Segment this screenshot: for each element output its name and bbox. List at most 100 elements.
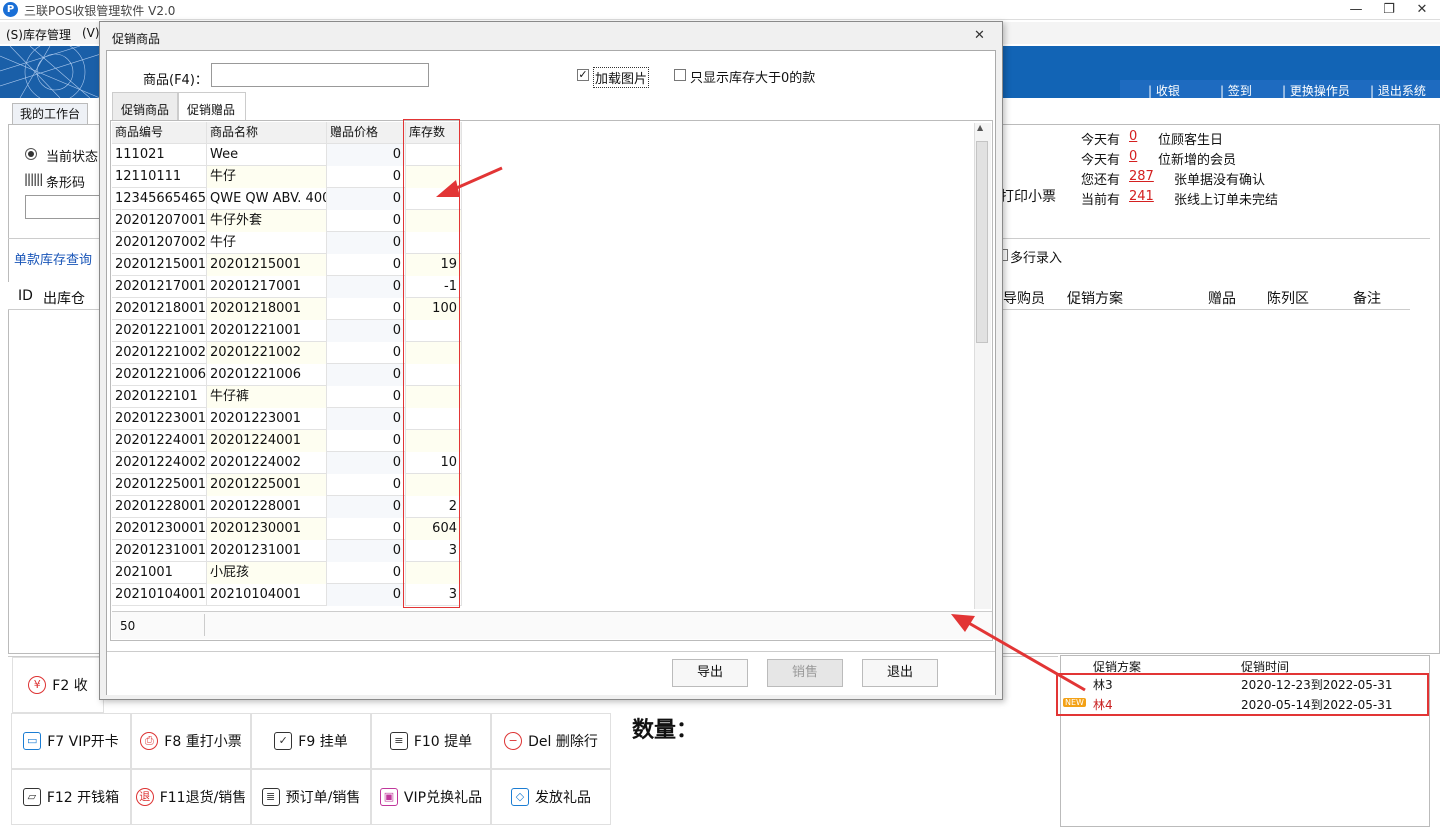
- cell-product-code: 20201215001: [112, 254, 207, 276]
- gift-icon: ▣: [379, 788, 398, 806]
- minimize-button[interactable]: —: [1341, 1, 1371, 19]
- retrieve-order-button[interactable]: ≡ F10 提单: [371, 713, 491, 769]
- col-id[interactable]: ID: [18, 288, 33, 304]
- info-online-count[interactable]: 241: [1129, 189, 1154, 204]
- col-product-code[interactable]: 商品编号: [112, 122, 207, 144]
- stock-gt0-checkbox[interactable]: [674, 69, 686, 81]
- load-images-checkbox[interactable]: ✓: [577, 69, 589, 81]
- product-label: 商品(F4)：: [143, 73, 208, 88]
- cell-product-name: 20201221006: [207, 364, 327, 386]
- col-promo-plan[interactable]: 促销方案: [1067, 288, 1123, 308]
- cell-product-name: 牛仔裤: [207, 386, 327, 408]
- col-warehouse[interactable]: 出库仓: [43, 288, 85, 308]
- current-status-radio[interactable]: [25, 148, 37, 160]
- gift-grid: 商品编号 商品名称 赠品价格 库存数 111021 Wee 0 12110111 牛仔 0…: [110, 120, 993, 641]
- dialog-close-icon[interactable]: ✕: [974, 28, 985, 43]
- issue-gift-button[interactable]: ◇ 发放礼品: [491, 769, 611, 825]
- barcode-input[interactable]: [25, 195, 105, 219]
- cell-gift-price: 0: [327, 518, 406, 540]
- vip-gift-exchange-button[interactable]: ▣ VIP兑换礼品: [371, 769, 491, 825]
- info-online-suffix: 张线上订单未完结: [1174, 193, 1279, 208]
- cell-product-name: 20201228001: [207, 496, 327, 518]
- info-birthday-prefix: 今天有: [1081, 133, 1121, 148]
- cell-product-code: 20201217001: [112, 276, 207, 298]
- reprint-receipt-button[interactable]: ⎙ F8 重打小票: [131, 713, 251, 769]
- cell-gift-price: 0: [327, 496, 406, 518]
- scroll-up-icon[interactable]: ▲: [977, 123, 983, 132]
- cell-gift-price: 0: [327, 364, 406, 386]
- col-gift-price[interactable]: 赠品价格: [327, 122, 406, 144]
- close-button[interactable]: ✕: [1407, 1, 1437, 19]
- hold-order-button[interactable]: ✓ F9 挂单: [251, 713, 371, 769]
- scrollbar-thumb[interactable]: [976, 141, 988, 343]
- title-bar: P 三联POS收银管理软件 V2.0 — ❐ ✕: [0, 0, 1440, 20]
- sell-button[interactable]: 销售: [767, 659, 843, 687]
- col-salesperson[interactable]: 导购员: [1003, 288, 1045, 308]
- barcode-label: 条形码: [46, 176, 86, 191]
- cell-product-code: 20201221002: [112, 342, 207, 364]
- info-birthday-count[interactable]: 0: [1129, 129, 1137, 144]
- nav-exit-system[interactable]: | 退出系统: [1370, 82, 1426, 99]
- menu-view[interactable]: (V): [82, 26, 100, 40]
- print-receipt-label[interactable]: 打印小票: [1000, 186, 1056, 206]
- clipboard-check-icon: ✓: [274, 732, 293, 750]
- col-display-area[interactable]: 陈列区: [1267, 288, 1309, 308]
- cell-gift-price: 0: [327, 276, 406, 298]
- col-gift[interactable]: 赠品: [1208, 288, 1236, 308]
- cell-product-code: 20201221006: [112, 364, 207, 386]
- info-newmember-prefix: 今天有: [1081, 153, 1121, 168]
- load-images-label: 加载图片: [593, 67, 650, 88]
- delete-row-button[interactable]: − Del 删除行: [491, 713, 611, 769]
- tab-promo-gifts[interactable]: 促销赠品: [178, 92, 246, 121]
- divider: [8, 238, 100, 239]
- top-nav: | 收银 | 签到 | 更换操作员 | 退出系统: [1120, 80, 1440, 98]
- cell-gift-price: 0: [327, 584, 406, 606]
- checkout-f2-label: F2 收: [52, 678, 88, 694]
- menu-inventory[interactable]: (S)库存管理: [6, 26, 71, 43]
- cell-product-name: 20201224001: [207, 430, 327, 452]
- cell-product-name: 牛仔外套: [207, 210, 327, 232]
- restore-button[interactable]: ❐: [1374, 1, 1404, 19]
- cell-product-name: 20201215001: [207, 254, 327, 276]
- grid-footer: 50: [112, 611, 992, 639]
- cell-product-name: 20201221001: [207, 320, 327, 342]
- open-cash-drawer-button[interactable]: ▱ F12 开钱箱: [11, 769, 131, 825]
- cell-gift-price: 0: [327, 188, 406, 210]
- cash-drawer-icon: ▱: [22, 788, 41, 806]
- info-newmember-count[interactable]: 0: [1129, 149, 1137, 164]
- cell-product-code: 20201224002: [112, 452, 207, 474]
- preorder-sale-button[interactable]: ≣ 预订单/销售: [251, 769, 371, 825]
- tab-promo-products[interactable]: 促销商品: [112, 92, 178, 121]
- nav-checkout[interactable]: | 收银: [1148, 82, 1180, 99]
- annotation-arrow-right: [951, 614, 1086, 692]
- divider: [1000, 238, 1430, 239]
- vip-card-button[interactable]: ▭ F7 VIP开卡: [11, 713, 131, 769]
- minus-circle-icon: −: [504, 732, 523, 750]
- cell-product-name: 20201218001: [207, 298, 327, 320]
- stock-query-link[interactable]: 单款库存查询: [14, 249, 92, 268]
- export-button[interactable]: 导出: [672, 659, 748, 687]
- cell-product-code: 20201223001: [112, 408, 207, 430]
- dialog-title: 促销商品: [112, 32, 161, 46]
- retrieve-order-label: F10 提单: [413, 734, 473, 750]
- cell-gift-price: 0: [327, 408, 406, 430]
- exit-button[interactable]: 退出: [862, 659, 938, 687]
- cell-product-name: 20201217001: [207, 276, 327, 298]
- cell-product-code: 111021: [112, 144, 207, 166]
- tab-workbench[interactable]: 我的工作台: [12, 103, 88, 125]
- nav-signin[interactable]: | 签到: [1220, 82, 1252, 99]
- return-sale-button[interactable]: 退 F11退货/销售: [131, 769, 251, 825]
- col-product-name[interactable]: 商品名称: [207, 122, 327, 144]
- hold-order-label: F9 挂单: [298, 734, 348, 750]
- cell-gift-price: 0: [327, 540, 406, 562]
- nav-change-operator[interactable]: | 更换操作员: [1282, 82, 1350, 99]
- info-unconfirmed-count[interactable]: 287: [1129, 169, 1154, 184]
- info-unconfirmed-prefix: 您还有: [1081, 173, 1121, 188]
- cell-product-code: 20201228001: [112, 496, 207, 518]
- cell-product-name: 牛仔: [207, 232, 327, 254]
- cell-gift-price: 0: [327, 298, 406, 320]
- cell-product-name: 20210104001: [207, 584, 327, 606]
- col-remark[interactable]: 备注: [1353, 288, 1381, 308]
- product-search-input[interactable]: [211, 63, 429, 87]
- checkout-f2-button[interactable]: ¥ F2 收: [12, 657, 104, 713]
